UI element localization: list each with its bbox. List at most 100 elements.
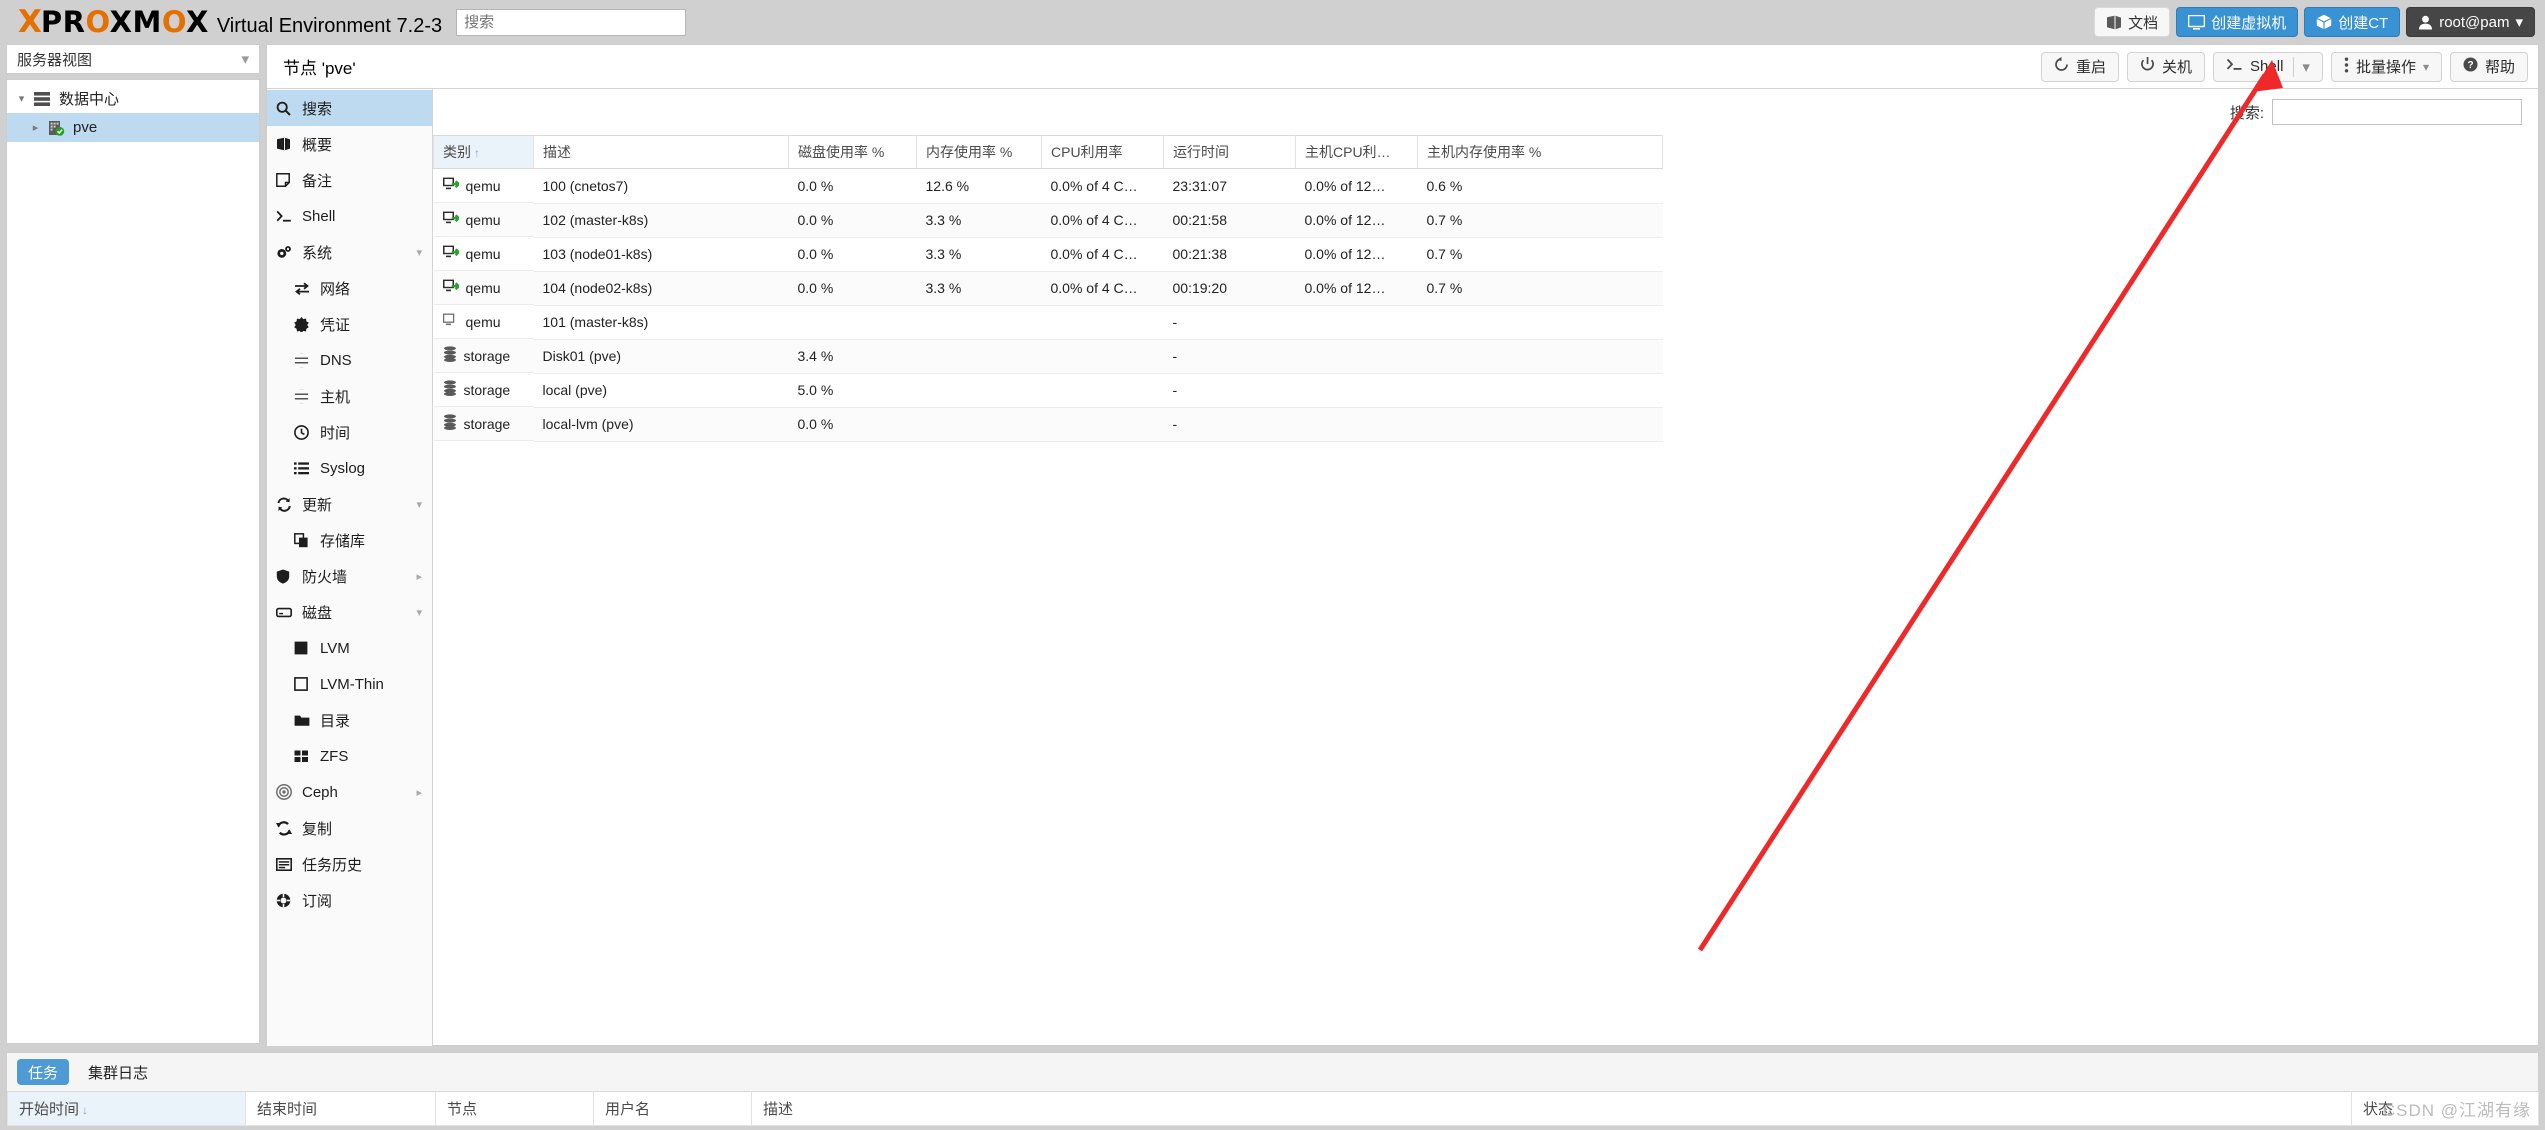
tree-item-datacenter[interactable]: ▾ 数据中心 <box>7 84 259 113</box>
tab-tasks[interactable]: 任务 <box>17 1059 70 1085</box>
table-cell-uptime: - <box>1163 373 1296 408</box>
task-column-header[interactable]: 开始时间 ↓ <box>7 1091 246 1126</box>
table-row[interactable]: storage local-lvm (pve) 0.0 % - <box>433 407 1663 442</box>
nav-item-shell[interactable]: Shell <box>267 198 432 234</box>
table-row[interactable]: qemu 102 (master-k8s) 0.0 % 3.3 % 0.0% of 4 … <box>433 203 1663 238</box>
table-column-label: 运行时间 <box>1173 144 1229 160</box>
nav-item-label: 时间 <box>320 424 351 442</box>
table-cell-mem: 12.6 % <box>916 168 1042 204</box>
chevron-right-icon[interactable]: ▸ <box>416 786 422 799</box>
nav-item-replication[interactable]: 复制 <box>267 810 432 846</box>
nav-item-firewall[interactable]: 防火墙 ▸ <box>267 558 432 594</box>
task-column-header[interactable]: 节点 <box>435 1091 594 1126</box>
table-column-header[interactable]: 描述 <box>533 135 789 169</box>
nav-item-task-history[interactable]: 任务历史 <box>267 846 432 882</box>
restart-button[interactable]: 重启 <box>2041 51 2120 82</box>
task-column-header[interactable]: 描述 <box>751 1091 2352 1126</box>
nav-item-syslog[interactable]: Syslog <box>267 450 432 486</box>
chevron-down-icon[interactable]: ▾ <box>15 92 28 105</box>
table-column-header[interactable]: 磁盘使用率 % <box>788 135 917 169</box>
row-type-cell: qemu <box>433 271 534 305</box>
table-row[interactable]: qemu 101 (master-k8s) - <box>433 305 1663 340</box>
vm-running-icon <box>442 211 461 229</box>
table-cell-hostcpu: 0.0% of 12… <box>1295 203 1418 238</box>
nav-item-label: 系统 <box>302 244 333 262</box>
nav-item-dns[interactable]: DNS <box>267 342 432 378</box>
tree-item-label: pve <box>73 119 98 136</box>
row-type-cell: storage <box>433 339 534 373</box>
nav-item-repositories[interactable]: 存储库 <box>267 522 432 558</box>
nav-item-ceph[interactable]: Ceph ▸ <box>267 774 432 810</box>
table-search-label: 搜索: <box>2229 104 2264 122</box>
table-row[interactable]: qemu 104 (node02-k8s) 0.0 % 3.3 % 0.0% of 4 … <box>433 271 1663 306</box>
table-column-header[interactable]: CPU利用率 <box>1041 135 1164 169</box>
table-cell-hostcpu <box>1295 407 1418 442</box>
table-search-bar: 搜索: <box>433 89 2538 135</box>
table-row[interactable]: storage local (pve) 5.0 % - <box>433 373 1663 408</box>
table-row[interactable]: storage Disk01 (pve) 3.4 % - <box>433 339 1663 374</box>
user-menu-button[interactable]: root@pam ▾ <box>2406 7 2535 37</box>
table-column-header[interactable]: 主机内存使用率 % <box>1417 135 1663 169</box>
help-button[interactable]: ? 帮助 <box>2449 51 2528 82</box>
nav-item-certificates[interactable]: 凭证 <box>267 306 432 342</box>
refresh-icon <box>276 497 294 512</box>
task-column-header[interactable]: 用户名 <box>593 1091 752 1126</box>
chevron-right-icon[interactable]: ▸ <box>29 121 42 134</box>
product-name: Virtual Environment 7.2-3 <box>216 14 443 37</box>
table-column-header[interactable]: 内存使用率 % <box>916 135 1042 169</box>
tab-cluster-log[interactable]: 集群日志 <box>77 1059 159 1085</box>
create-ct-label: 创建CT <box>2338 14 2389 32</box>
table-column-header[interactable]: 主机CPU利… <box>1295 135 1418 169</box>
table-cell-hostmem <box>1417 407 1663 442</box>
table-cell-uptime: 00:19:20 <box>1163 271 1296 306</box>
nav-item-hosts[interactable]: 主机 <box>267 378 432 414</box>
chevron-down-icon[interactable]: ▾ <box>416 498 422 511</box>
create-ct-button[interactable]: 创建CT <box>2304 7 2401 37</box>
shell-dropdown-toggle[interactable]: ▾ <box>2293 56 2310 77</box>
nav-item-disks[interactable]: 磁盘 ▾ <box>267 594 432 630</box>
nav-item-lvm-thin[interactable]: LVM-Thin <box>267 666 432 702</box>
task-column-header[interactable]: 结束时间 <box>245 1091 436 1126</box>
table-column-header[interactable]: 运行时间 <box>1163 135 1296 169</box>
nav-item-lvm[interactable]: LVM <box>267 630 432 666</box>
table-cell-cpu <box>1041 373 1164 408</box>
tree-item-pve[interactable]: ▸ pve <box>7 113 259 142</box>
row-type-cell: qemu <box>433 237 534 271</box>
shell-button[interactable]: Shell ▾ <box>2213 51 2323 82</box>
task-column-header[interactable]: 状态 <box>2351 1091 2539 1126</box>
docs-button[interactable]: 文档 <box>2094 7 2171 37</box>
chevron-down-icon[interactable]: ▾ <box>2423 60 2429 74</box>
resource-table: 类别 ↑ 描述 磁盘使用率 % 内存使用率 % CPU利用率 运行时间 主机CPU利… 主机内存… <box>433 135 1663 442</box>
nav-item-summary[interactable]: 概要 <box>267 126 432 162</box>
bulk-actions-button[interactable]: 批量操作 ▾ <box>2330 51 2442 82</box>
chevron-down-icon[interactable]: ▾ <box>416 246 422 259</box>
nav-item-network[interactable]: 网络 <box>267 270 432 306</box>
nav-item-label: 防火墙 <box>302 568 348 586</box>
chevron-right-icon[interactable]: ▸ <box>416 570 422 583</box>
kebab-icon <box>2344 57 2349 77</box>
nav-item-search[interactable]: 搜索 <box>267 90 432 126</box>
nav-item-label: 目录 <box>320 712 351 730</box>
table-row[interactable]: qemu 100 (cnetos7) 0.0 % 12.6 % 0.0% of 4 C…… <box>433 168 1663 204</box>
nav-item-directory[interactable]: 目录 <box>267 702 432 738</box>
row-type-cell: qemu <box>433 169 534 203</box>
nav-item-zfs[interactable]: ZFS <box>267 738 432 774</box>
node-toolbar: 重启 关机 Shell ▾ 批量操作 ▾ ? 帮助 <box>2041 51 2528 82</box>
create-vm-button[interactable]: 创建虚拟机 <box>2176 7 2299 37</box>
global-search-input[interactable] <box>456 8 687 36</box>
network-icon <box>294 281 312 295</box>
nav-item-subscription[interactable]: 订阅 <box>267 882 432 918</box>
nav-item-notes[interactable]: 备注 <box>267 162 432 198</box>
shutdown-button-label: 关机 <box>2162 59 2193 76</box>
table-row[interactable]: qemu 103 (node01-k8s) 0.0 % 3.3 % 0.0% of 4 … <box>433 237 1663 272</box>
table-column-header[interactable]: 类别 ↑ <box>433 135 534 169</box>
nav-item-label: 磁盘 <box>302 604 333 622</box>
view-selector[interactable]: 服务器视图 ▾ <box>6 44 260 74</box>
nav-item-updates[interactable]: 更新 ▾ <box>267 486 432 522</box>
shutdown-button[interactable]: 关机 <box>2127 51 2206 82</box>
nav-item-system[interactable]: 系统 ▾ <box>267 234 432 270</box>
table-cell-desc: local-lvm (pve) <box>533 407 789 442</box>
chevron-down-icon[interactable]: ▾ <box>416 606 422 619</box>
nav-item-time[interactable]: 时间 <box>267 414 432 450</box>
table-search-input[interactable] <box>2272 99 2522 125</box>
